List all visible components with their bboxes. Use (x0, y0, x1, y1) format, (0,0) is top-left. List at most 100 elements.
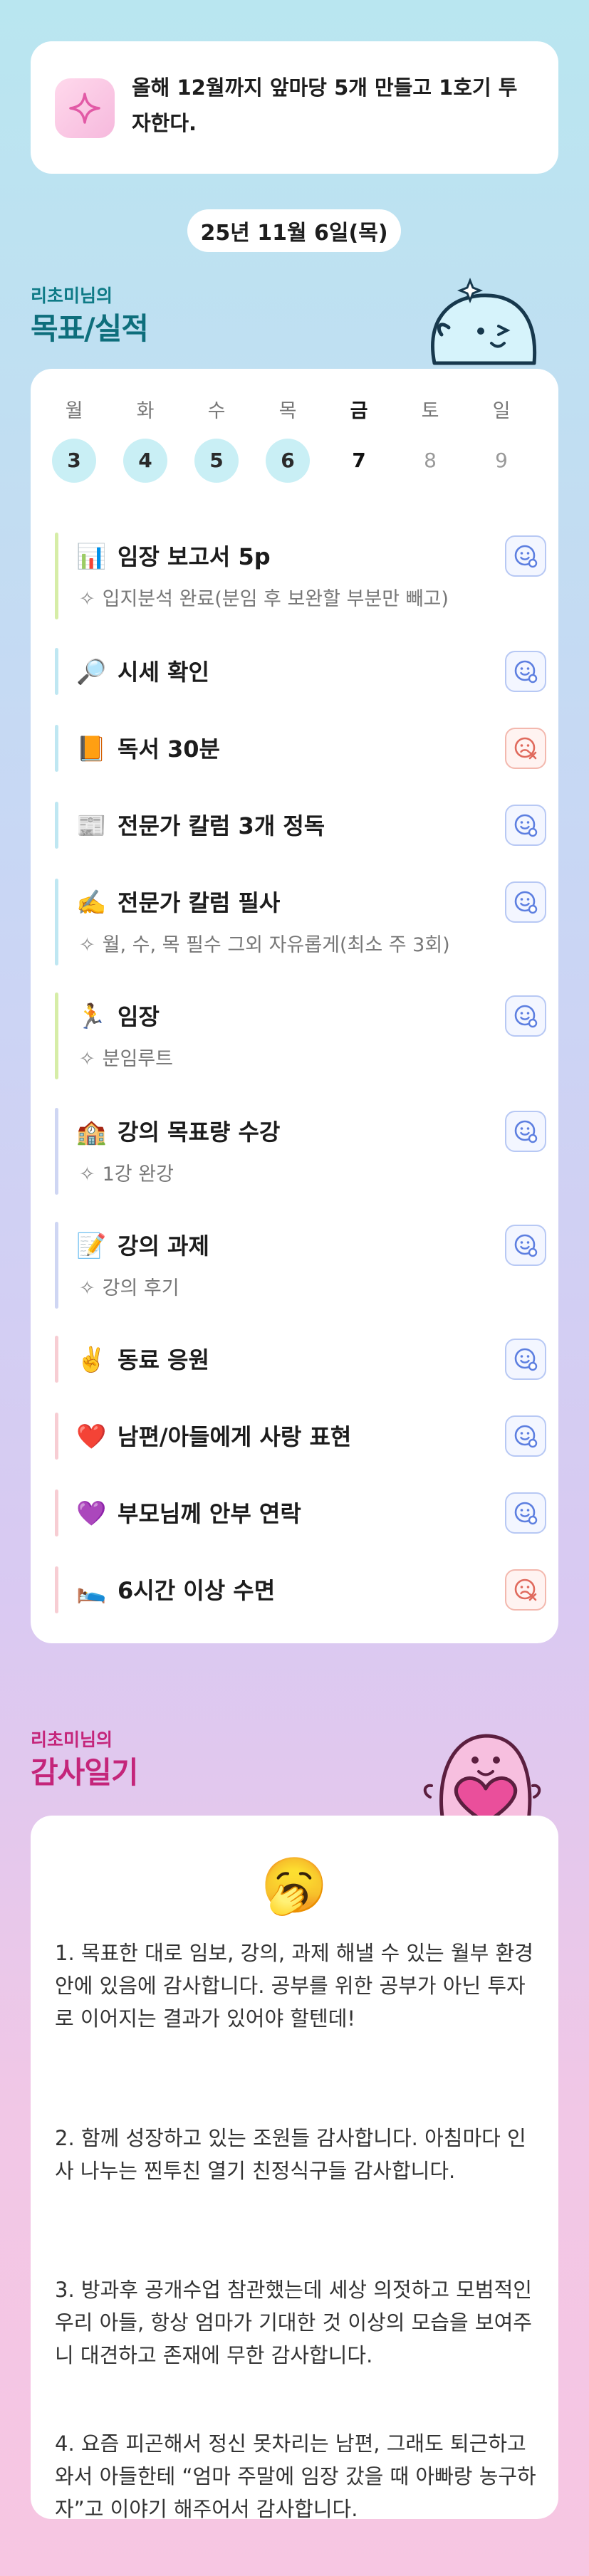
task-name: 강의 목표량 수강 (118, 1119, 281, 1146)
task-note-text: 월, 수, 목 필수 그외 자유롭게(최소 주 3회) (102, 934, 450, 956)
task-item[interactable]: 🏃 임장 ✧ 분임루트 (55, 993, 546, 1079)
weekday-label: 토 (421, 400, 439, 422)
task-emoji-icon: 🏃 (76, 1002, 107, 1031)
task-name: 전문가 칼럼 필사 (118, 889, 281, 916)
task-name: 시세 확인 (118, 659, 209, 686)
smile-face-check-icon[interactable] (505, 1111, 546, 1152)
gratitude-entry-3: 3. 방과후 공개수업 참관했는데 세상 의젓하고 모범적인 우리 아들, 항상… (55, 2278, 532, 2367)
date-number: 8 (424, 449, 437, 472)
weekday-label: 수 (207, 400, 226, 422)
task-item[interactable]: 💜 부모님께 안부 연락 (55, 1489, 546, 1536)
date-pill[interactable]: 25년 11월 6일(목) (187, 209, 401, 252)
day-5[interactable]: 토8 (407, 397, 453, 483)
weekday-label: 월 (65, 400, 83, 422)
task-name: 강의 과제 (118, 1232, 209, 1260)
task-emoji-icon: 🔎 (76, 658, 107, 686)
task-name: 부모님께 안부 연락 (118, 1500, 301, 1527)
smile-face-check-icon[interactable] (505, 1492, 546, 1534)
task-color-bar (55, 802, 58, 849)
task-item[interactable]: 🛌 6시간 이상 수면 (55, 1566, 546, 1613)
week-strip: 월3화4수5목6금7토8일9 (31, 397, 558, 483)
gratitude-subtitle: 리초미님의 (31, 1729, 113, 1750)
gratitude-entry-4: 4. 요즘 피곤해서 정신 못차리는 남편, 그래도 퇴근하고 와서 아들한테 … (55, 2431, 536, 2521)
sad-face-fail-icon[interactable] (505, 728, 546, 769)
goals-subtitle: 리초미님의 (31, 286, 113, 306)
task-emoji-icon: 📝 (76, 1232, 107, 1260)
task-color-bar (55, 1108, 58, 1195)
task-item[interactable]: 📙 독서 30분 (55, 725, 546, 772)
task-note-text: 입지분석 완료(분임 후 보완할 부분만 빼고) (102, 588, 449, 610)
gratitude-card: 🥱 1. 목표한 대로 임보, 강의, 과제 해낼 수 있는 월부 환경 안에 … (31, 1816, 558, 2521)
date-number: 4 (123, 439, 167, 483)
weekday-label: 금 (350, 400, 368, 422)
weekday-label: 일 (492, 400, 511, 422)
date-number: 7 (352, 449, 366, 472)
sparkle-icon (55, 78, 115, 138)
day-0[interactable]: 월3 (51, 397, 97, 483)
date-number: 3 (52, 439, 96, 483)
task-color-bar (55, 725, 58, 772)
ghost-mascot-icon (431, 278, 537, 365)
smile-face-check-icon[interactable] (505, 651, 546, 692)
day-4[interactable]: 금7 (336, 397, 382, 483)
smile-face-check-icon[interactable] (505, 805, 546, 846)
task-note-text: 1강 완강 (102, 1163, 174, 1185)
task-item[interactable]: ❤️ 남편/아들에게 사랑 표현 (55, 1413, 546, 1460)
task-note-text: 분임루트 (102, 1048, 173, 1070)
date-number: 5 (194, 439, 239, 483)
date-number: 6 (266, 439, 310, 483)
task-note: ✧ 분임루트 (79, 1047, 173, 1072)
task-note: ✧ 1강 완강 (79, 1162, 174, 1188)
goal-banner: 올해 12월까지 앞마당 5개 만들고 1호기 투자한다. (31, 41, 558, 174)
heart-mascot-icon (423, 1734, 541, 1823)
weekday-label: 목 (278, 400, 297, 422)
task-note: ✧ 월, 수, 목 필수 그외 자유롭게(최소 주 3회) (79, 933, 450, 958)
smile-face-check-icon[interactable] (505, 535, 546, 577)
date-number: 9 (495, 449, 508, 472)
task-name: 남편/아들에게 사랑 표현 (118, 1423, 352, 1450)
task-item[interactable]: ✌️ 동료 응원 (55, 1336, 546, 1383)
sparkle-outline-icon: ✧ (79, 588, 95, 610)
task-item[interactable]: 📰 전문가 칼럼 3개 정독 (55, 802, 546, 849)
task-note: ✧ 강의 후기 (79, 1276, 179, 1302)
task-note: ✧ 입지분석 완료(분임 후 보완할 부분만 빼고) (79, 587, 449, 612)
task-emoji-icon: ❤️ (76, 1423, 107, 1451)
sparkle-outline-icon: ✧ (79, 934, 95, 956)
task-name: 동료 응원 (118, 1346, 209, 1373)
task-name: 독서 30분 (118, 735, 220, 763)
task-name: 6시간 이상 수면 (118, 1577, 276, 1604)
task-color-bar (55, 993, 58, 1079)
smile-face-check-icon[interactable] (505, 995, 546, 1037)
task-color-bar (55, 1336, 58, 1383)
task-color-bar (55, 1413, 58, 1460)
task-item[interactable]: 📝 강의 과제 ✧ 강의 후기 (55, 1222, 546, 1309)
task-item[interactable]: ✍️ 전문가 칼럼 필사 ✧ 월, 수, 목 필수 그외 자유롭게(최소 주 3회) (55, 879, 546, 965)
task-color-bar (55, 879, 58, 965)
sparkle-outline-icon: ✧ (79, 1048, 95, 1070)
task-color-bar (55, 1222, 58, 1309)
task-item[interactable]: 📊 임장 보고서 5p ✧ 입지분석 완료(분임 후 보완할 부분만 빼고) (55, 533, 546, 619)
smile-face-check-icon[interactable] (505, 1339, 546, 1380)
smile-face-check-icon[interactable] (505, 1225, 546, 1266)
goal-text: 올해 12월까지 앞마당 5개 만들고 1호기 투자한다. (132, 75, 518, 135)
smile-face-check-icon[interactable] (505, 1415, 546, 1457)
task-color-bar (55, 533, 58, 619)
task-color-bar (55, 1489, 58, 1536)
yawn-emoji-icon: 🥱 (260, 1853, 328, 1917)
goals-title: 목표/실적 (31, 311, 149, 346)
task-emoji-icon: 📊 (76, 543, 107, 571)
task-emoji-icon: 🛌 (76, 1576, 107, 1605)
sad-face-fail-icon[interactable] (505, 1569, 546, 1611)
goals-card: 월3화4수5목6금7토8일9 📊 임장 보고서 5p ✧ 입지분석 완료(분임 후 보… (31, 369, 558, 1643)
task-name: 임장 보고서 5p (118, 543, 271, 570)
task-item[interactable]: 🏫 강의 목표량 수강 ✧ 1강 완강 (55, 1108, 546, 1195)
gratitude-entry-2: 2. 함께 성장하고 있는 조원들 감사합니다. 아침마다 인사 나누는 찐투친… (55, 2126, 526, 2183)
task-item[interactable]: 🔎 시세 확인 (55, 648, 546, 695)
gratitude-entry-1: 1. 목표한 대로 임보, 강의, 과제 해낼 수 있는 월부 환경 안에 있음… (55, 1941, 533, 2031)
task-color-bar (55, 1566, 58, 1613)
day-1[interactable]: 화4 (123, 397, 168, 483)
day-3[interactable]: 목6 (265, 397, 311, 483)
day-6[interactable]: 일9 (479, 397, 524, 483)
smile-face-check-icon[interactable] (505, 881, 546, 923)
day-2[interactable]: 수5 (194, 397, 239, 483)
